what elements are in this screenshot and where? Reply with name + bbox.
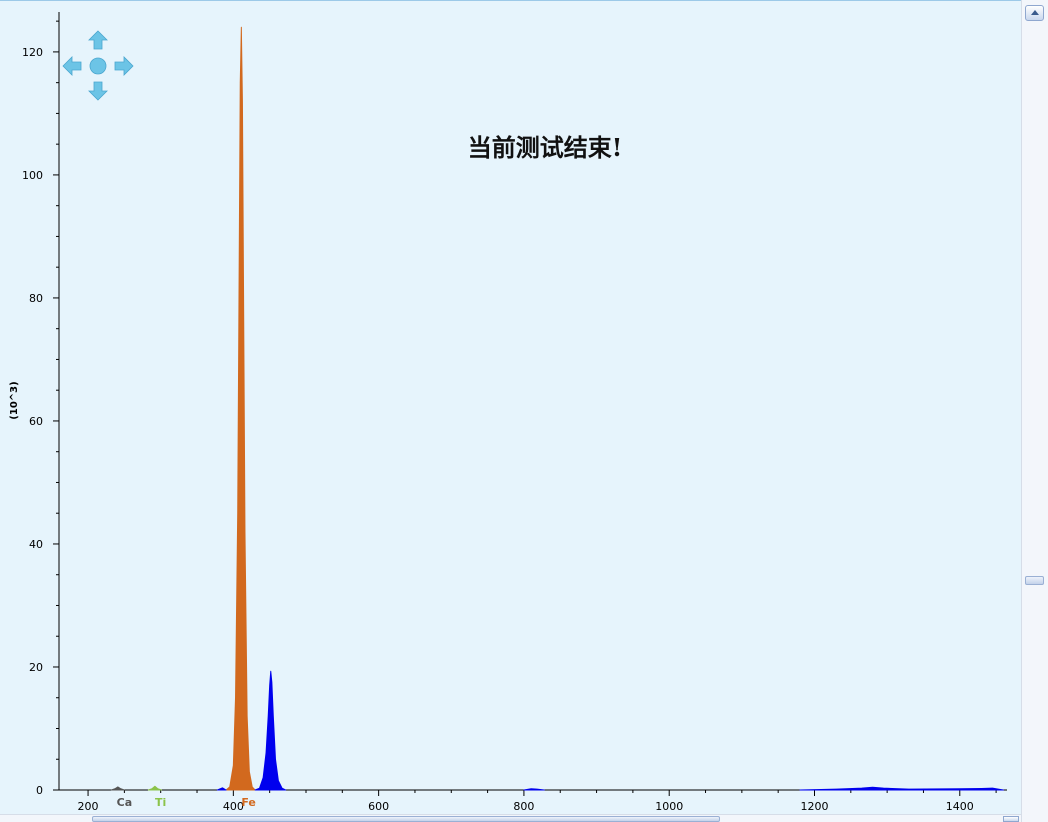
peak-series-4 — [216, 787, 227, 791]
y-tick-label: 100 — [22, 169, 43, 182]
horizontal-scroll-thumb[interactable] — [92, 816, 720, 822]
horizontal-scrollbar[interactable] — [0, 814, 1021, 822]
arrow-right-icon[interactable] — [114, 56, 134, 76]
x-tick-label: 200 — [78, 800, 99, 813]
pan-control[interactable] — [62, 30, 134, 101]
peak-ca — [110, 786, 125, 791]
y-tick-label: 40 — [29, 538, 43, 551]
vertical-scroll-thumb[interactable] — [1025, 576, 1044, 585]
x-tick-label: 600 — [368, 800, 389, 813]
y-axis-unit-label: (10^3) — [9, 381, 20, 419]
peak-series-5 — [523, 788, 545, 791]
peak-ti — [147, 785, 162, 791]
status-message: 当前测试结束! — [467, 133, 623, 162]
spectrum-chart: 020406080100120200 400 600 800 1000 1200 1400(… — [9, 12, 1007, 813]
y-tick-label: 120 — [22, 46, 43, 59]
element-label-ca: Ca — [117, 796, 133, 809]
x-tick-label: 1200 — [800, 800, 828, 813]
y-tick-label: 20 — [29, 661, 43, 674]
element-label-fe: Fe — [241, 796, 256, 809]
center-dot-icon[interactable] — [89, 57, 107, 75]
peak-series-6 — [799, 786, 1004, 791]
vertical-scrollbar[interactable] — [1021, 0, 1048, 822]
x-tick-label: 800 — [513, 800, 534, 813]
arrow-left-icon[interactable] — [62, 56, 82, 76]
scroll-up-button[interactable] — [1025, 5, 1044, 21]
arrow-down-icon[interactable] — [88, 81, 108, 101]
peak-fe — [225, 26, 256, 791]
element-label-ti: Ti — [155, 796, 166, 809]
y-tick-label: 60 — [29, 415, 43, 428]
y-tick-label: 0 — [36, 784, 43, 797]
scroll-right-button[interactable] — [1003, 816, 1019, 822]
y-tick-label: 80 — [29, 292, 43, 305]
x-tick-label: 1400 — [946, 800, 974, 813]
arrow-up-icon[interactable] — [88, 30, 108, 50]
x-tick-label: 1000 — [655, 800, 683, 813]
peak-series-1 — [254, 670, 287, 791]
